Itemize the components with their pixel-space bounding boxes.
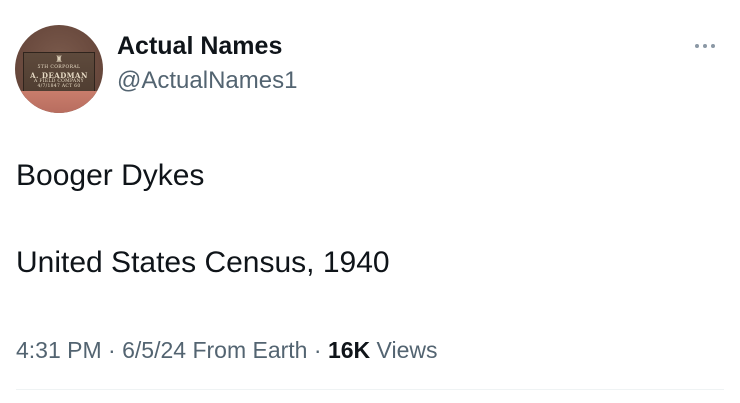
- tweet-time[interactable]: 4:31 PM: [16, 337, 102, 363]
- tweet-text-line: Booger Dykes: [16, 159, 205, 192]
- plaque-text-line2: A. DEADMAN: [30, 70, 88, 80]
- author-handle[interactable]: @ActualNames1: [117, 67, 297, 95]
- plaque-text-line1: 5TH CORPORAL: [37, 65, 81, 70]
- views-count[interactable]: 16K: [328, 337, 370, 363]
- meta-separator: ·: [108, 337, 116, 363]
- dot: [711, 44, 715, 48]
- tweet-source: From Earth: [192, 337, 308, 363]
- tweet-text-line: United States Census, 1940: [16, 246, 390, 279]
- crest-icon: ♜: [54, 55, 64, 65]
- views-label: Views: [376, 337, 438, 363]
- avatar[interactable]: ♜ 5TH CORPORAL A. DEADMAN A FIELD COMPAN…: [15, 25, 103, 113]
- dot: [703, 44, 707, 48]
- tweet-date[interactable]: 6/5/24: [122, 337, 186, 363]
- plaque-text-line4: 4/7/1847 ACT 60: [37, 84, 81, 89]
- meta-separator: ·: [313, 337, 322, 363]
- dot: [695, 44, 699, 48]
- divider: [16, 389, 724, 390]
- author-display-name[interactable]: Actual Names: [117, 32, 282, 61]
- more-options-icon[interactable]: [688, 36, 722, 56]
- tweet-meta: 4:31 PM · 6/5/24 From Earth · 16K Views: [16, 337, 437, 364]
- avatar-background: [15, 91, 103, 113]
